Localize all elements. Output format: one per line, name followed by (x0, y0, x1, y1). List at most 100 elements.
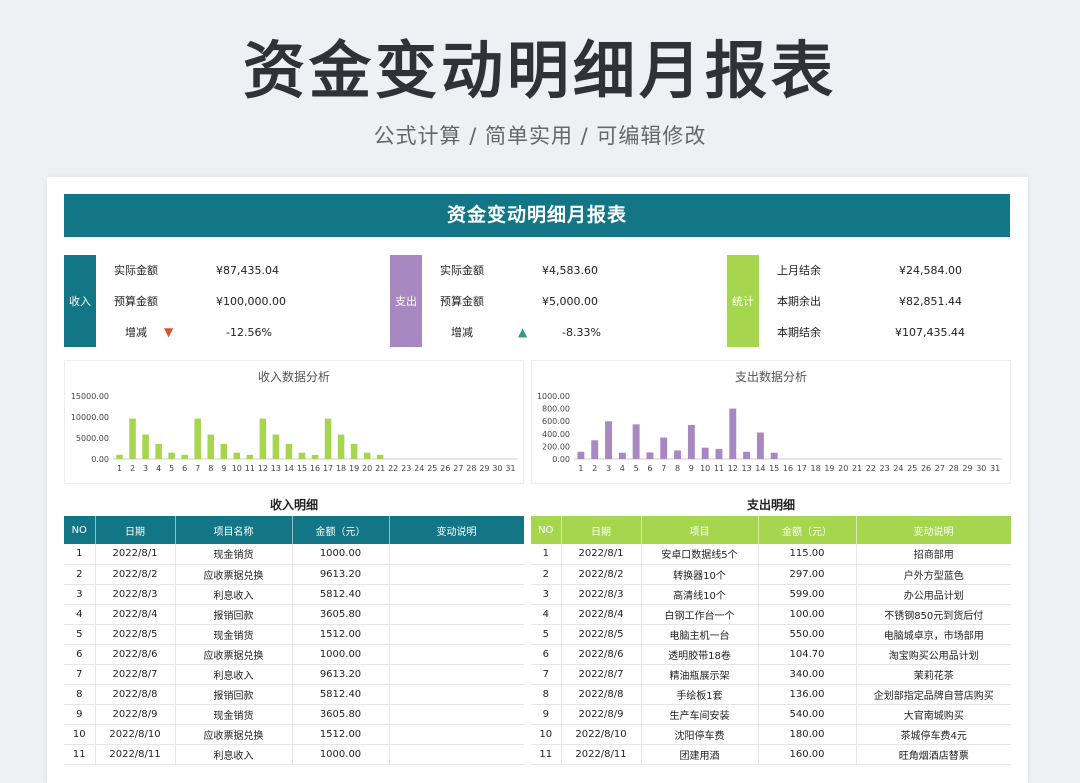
expense-cell[interactable]: 2022/8/2 (561, 564, 642, 585)
expense-cell[interactable]: 1 (531, 544, 562, 565)
income-cell[interactable]: 3605.80 (292, 704, 390, 725)
income-cell[interactable] (389, 684, 524, 705)
expense-cell[interactable]: 540.00 (758, 704, 857, 725)
income-cell[interactable]: 9613.20 (292, 564, 390, 585)
income-cell[interactable]: 2022/8/6 (95, 644, 176, 665)
expense-cell[interactable]: 沈阳停车费 (641, 724, 759, 745)
expense-cell[interactable]: 转换器10个 (641, 564, 759, 585)
income-cell[interactable]: 1512.00 (292, 624, 390, 645)
expense-cell[interactable]: 136.00 (758, 684, 857, 705)
income-cell[interactable] (389, 544, 524, 565)
expense-cell[interactable]: 2022/8/11 (561, 744, 642, 765)
expense-cell[interactable]: 大官南城购买 (856, 704, 1011, 725)
expense-cell[interactable]: 生产车间安装 (641, 704, 759, 725)
income-cell[interactable]: 1000.00 (292, 744, 390, 765)
income-cell[interactable]: 利息收入 (175, 664, 293, 685)
income-cell[interactable]: 5812.40 (292, 584, 390, 605)
expense-cell[interactable]: 5 (531, 624, 562, 645)
expense-cell[interactable]: 手绘板1套 (641, 684, 759, 705)
income-cell[interactable]: 2022/8/10 (95, 724, 176, 745)
income-cell[interactable]: 9 (64, 704, 96, 725)
expense-cell[interactable]: 不锈钢850元到货后付 (856, 604, 1011, 625)
expense-cell[interactable]: 团建用酒 (641, 744, 759, 765)
income-cell[interactable]: 2022/8/2 (95, 564, 176, 585)
expense-cell[interactable]: 8 (531, 684, 562, 705)
expense-cell[interactable]: 企划部指定品牌自营店购买 (856, 684, 1011, 705)
income-cell[interactable]: 3605.80 (292, 604, 390, 625)
expense-cell[interactable]: 115.00 (758, 544, 857, 565)
income-cell[interactable]: 9613.20 (292, 664, 390, 685)
income-cell[interactable] (389, 584, 524, 605)
expense-cell[interactable]: 茉莉花茶 (856, 664, 1011, 685)
expense-cell[interactable]: 297.00 (758, 564, 857, 585)
expense-cell[interactable]: 招商部用 (856, 544, 1011, 565)
income-cell[interactable]: 5 (64, 624, 96, 645)
expense-cell[interactable]: 安卓口数据线5个 (641, 544, 759, 565)
expense-cell[interactable]: 透明胶带18卷 (641, 644, 759, 665)
expense-cell[interactable]: 精油瓶展示架 (641, 664, 759, 685)
income-cell[interactable]: 5812.40 (292, 684, 390, 705)
expense-cell[interactable]: 3 (531, 584, 562, 605)
income-cell[interactable]: 应收票据兑换 (175, 564, 293, 585)
income-cell[interactable]: 2022/8/7 (95, 664, 176, 685)
expense-cell[interactable]: 淘宝购买公用品计划 (856, 644, 1011, 665)
income-cell[interactable]: 4 (64, 604, 96, 625)
expense-cell[interactable]: 10 (531, 724, 562, 745)
income-cell[interactable] (389, 724, 524, 745)
expense-cell[interactable]: 户外方型蓝色 (856, 564, 1011, 585)
income-cell[interactable]: 3 (64, 584, 96, 605)
expense-cell[interactable]: 2022/8/5 (561, 624, 642, 645)
expense-cell[interactable]: 2022/8/3 (561, 584, 642, 605)
income-cell[interactable]: 1000.00 (292, 544, 390, 565)
expense-cell[interactable]: 6 (531, 644, 562, 665)
income-cell[interactable]: 报销回款 (175, 684, 293, 705)
expense-cell[interactable]: 180.00 (758, 724, 857, 745)
income-cell[interactable] (389, 744, 524, 765)
income-cell[interactable]: 利息收入 (175, 584, 293, 605)
income-cell[interactable]: 利息收入 (175, 744, 293, 765)
expense-cell[interactable]: 104.70 (758, 644, 857, 665)
income-cell[interactable]: 2022/8/8 (95, 684, 176, 705)
expense-cell[interactable]: 2022/8/7 (561, 664, 642, 685)
expense-cell[interactable]: 2022/8/8 (561, 684, 642, 705)
income-cell[interactable] (389, 604, 524, 625)
income-cell[interactable] (389, 644, 524, 665)
income-cell[interactable]: 现金销货 (175, 544, 293, 565)
income-cell[interactable]: 2 (64, 564, 96, 585)
income-cell[interactable] (389, 624, 524, 645)
expense-cell[interactable]: 2022/8/4 (561, 604, 642, 625)
income-cell[interactable]: 应收票据兑换 (175, 724, 293, 745)
expense-cell[interactable]: 340.00 (758, 664, 857, 685)
income-cell[interactable]: 现金销货 (175, 704, 293, 725)
income-cell[interactable]: 10 (64, 724, 96, 745)
expense-cell[interactable]: 旺角烟酒店替票 (856, 744, 1011, 765)
income-cell[interactable]: 1 (64, 544, 96, 565)
expense-cell[interactable]: 电脑主机一台 (641, 624, 759, 645)
expense-cell[interactable]: 茶城停车费4元 (856, 724, 1011, 745)
expense-cell[interactable]: 2 (531, 564, 562, 585)
expense-cell[interactable]: 高清线10个 (641, 584, 759, 605)
expense-cell[interactable]: 4 (531, 604, 562, 625)
income-cell[interactable]: 2022/8/5 (95, 624, 176, 645)
income-cell[interactable]: 2022/8/4 (95, 604, 176, 625)
expense-cell[interactable]: 电脑城卓京，市场部用 (856, 624, 1011, 645)
expense-cell[interactable]: 550.00 (758, 624, 857, 645)
income-cell[interactable]: 1000.00 (292, 644, 390, 665)
expense-cell[interactable]: 9 (531, 704, 562, 725)
income-cell[interactable]: 2022/8/3 (95, 584, 176, 605)
income-cell[interactable]: 1512.00 (292, 724, 390, 745)
expense-cell[interactable]: 7 (531, 664, 562, 685)
expense-cell[interactable]: 办公用品计划 (856, 584, 1011, 605)
expense-cell[interactable]: 2022/8/10 (561, 724, 642, 745)
expense-cell[interactable]: 599.00 (758, 584, 857, 605)
income-cell[interactable] (389, 664, 524, 685)
income-cell[interactable] (389, 704, 524, 725)
expense-cell[interactable]: 2022/8/1 (561, 544, 642, 565)
expense-cell[interactable]: 2022/8/9 (561, 704, 642, 725)
income-cell[interactable]: 应收票据兑换 (175, 644, 293, 665)
income-cell[interactable]: 2022/8/1 (95, 544, 176, 565)
income-cell[interactable] (389, 564, 524, 585)
income-cell[interactable]: 报销回款 (175, 604, 293, 625)
expense-cell[interactable]: 100.00 (758, 604, 857, 625)
expense-cell[interactable]: 11 (531, 744, 562, 765)
